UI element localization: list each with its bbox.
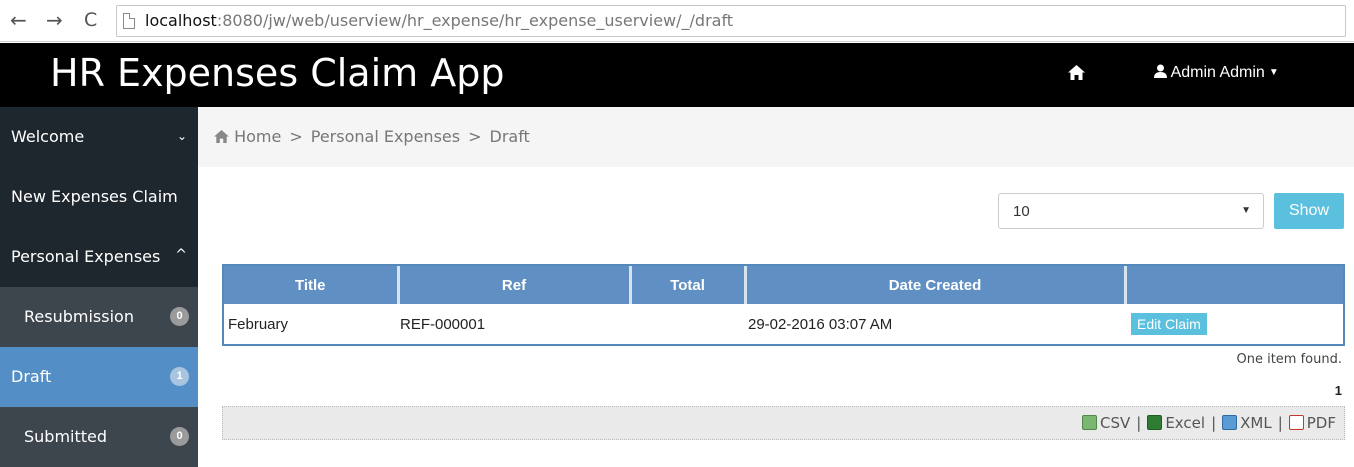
cell-total: [630, 304, 745, 344]
page-size-value: 10: [1013, 203, 1030, 220]
column-header-ref[interactable]: Ref: [398, 266, 632, 304]
items-found-text: One item found.: [1236, 352, 1343, 367]
breadcrumb-home[interactable]: Home: [234, 127, 281, 146]
cell-ref: REF-000001: [400, 315, 486, 333]
forward-arrow-icon[interactable]: →: [46, 8, 63, 32]
app-header: HR Expenses Claim App Admin Admin ▼: [0, 43, 1354, 107]
user-menu[interactable]: Admin Admin ▼: [1154, 64, 1279, 82]
sidebar-item-personal-expenses[interactable]: Personal Expenses ^: [0, 227, 198, 287]
excel-icon: [1147, 415, 1163, 430]
url-text: localhost:8080/jw/web/userview/hr_expens…: [145, 11, 734, 30]
home-icon: [214, 130, 229, 143]
browser-toolbar: ← → C localhost:8080/jw/web/userview/hr_…: [0, 0, 1354, 42]
edit-claim-button[interactable]: Edit Claim: [1131, 313, 1207, 335]
back-arrow-icon[interactable]: ←: [10, 8, 27, 32]
main-content: Home > Personal Expenses > Draft 10 ▼ Show T…: [198, 107, 1354, 467]
column-header-date-created[interactable]: Date Created: [745, 266, 1127, 304]
sidebar: Welcome ⌄ New Expenses Claim Personal Ex…: [0, 107, 198, 467]
breadcrumb-draft: Draft: [489, 127, 530, 146]
caret-down-icon: ▼: [1268, 67, 1279, 79]
home-icon[interactable]: [1068, 65, 1085, 85]
user-name: Admin Admin: [1170, 64, 1265, 81]
chevron-up-icon: ^: [175, 247, 187, 263]
pdf-icon: [1288, 415, 1304, 430]
breadcrumb-personal-expenses[interactable]: Personal Expenses: [311, 127, 460, 146]
sidebar-item-resubmission[interactable]: Resubmission 0: [0, 287, 198, 347]
breadcrumb-separator: >: [289, 127, 303, 146]
sidebar-item-label: Resubmission: [24, 307, 134, 326]
sidebar-item-label: Welcome: [11, 127, 85, 146]
column-header-title[interactable]: Title: [224, 266, 400, 304]
table-header-row: Title Ref Total Date Created: [224, 266, 1343, 304]
page-size-select[interactable]: 10 ▼: [998, 193, 1264, 229]
app-title: HR Expenses Claim App: [50, 51, 505, 95]
table-row: February REF-000001 29-02-2016 03:07 AM …: [224, 304, 1343, 344]
user-icon: [1154, 64, 1167, 78]
show-button[interactable]: Show: [1274, 193, 1344, 229]
export-bar: CSV | Excel | XML | PDF: [222, 406, 1345, 440]
breadcrumb: Home > Personal Expenses > Draft: [198, 107, 1354, 167]
sidebar-item-draft[interactable]: Draft 1: [0, 347, 198, 407]
export-pdf[interactable]: PDF: [1288, 414, 1336, 432]
column-header-actions: [1125, 266, 1343, 304]
count-badge: 0: [170, 307, 189, 326]
sidebar-item-label: Submitted: [24, 427, 108, 446]
sidebar-item-label: Draft: [11, 367, 52, 386]
count-badge: 1: [170, 367, 189, 386]
cell-title: February: [228, 315, 289, 333]
sidebar-item-welcome[interactable]: Welcome ⌄: [0, 107, 198, 167]
sidebar-item-label: Personal Expenses: [11, 247, 161, 266]
reload-icon[interactable]: C: [84, 8, 97, 32]
breadcrumb-separator: >: [468, 127, 482, 146]
sidebar-item-submitted[interactable]: Submitted 0: [0, 407, 198, 467]
data-table: Title Ref Total Date Created February RE…: [222, 264, 1345, 346]
address-bar[interactable]: localhost:8080/jw/web/userview/hr_expens…: [116, 5, 1346, 37]
column-header-total[interactable]: Total: [630, 266, 747, 304]
page-number[interactable]: 1: [1335, 383, 1342, 398]
cell-date-created: 29-02-2016 03:07 AM: [748, 315, 893, 333]
page-icon: [123, 13, 135, 29]
sidebar-item-label: New Expenses Claim: [11, 187, 178, 206]
export-csv[interactable]: CSV: [1082, 414, 1130, 432]
csv-icon: [1082, 415, 1097, 430]
count-badge: 0: [170, 427, 189, 446]
xml-icon: [1222, 415, 1238, 430]
export-excel[interactable]: Excel: [1147, 414, 1205, 432]
dropdown-arrow-icon: ▼: [1241, 205, 1251, 216]
sidebar-item-new-expenses-claim[interactable]: New Expenses Claim: [0, 167, 198, 227]
export-xml[interactable]: XML: [1222, 414, 1272, 432]
chevron-down-icon: ⌄: [176, 129, 187, 143]
